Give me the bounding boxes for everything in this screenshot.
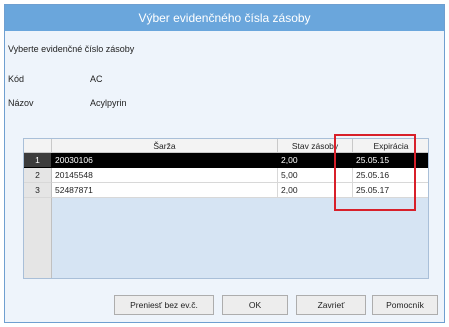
kod-value: AC [90,74,103,84]
nazov-label: Názov [8,98,34,108]
dialog-subtitle: Vyberte evidenčné číslo zásoby [8,44,135,54]
cell-sarza[interactable]: 20145548 [52,168,278,183]
prenest-bez-ev-button[interactable]: Preniesť bez ev.č. [114,295,214,315]
nazov-value: Acylpyrin [90,98,127,108]
row-number: 1 [24,153,52,168]
ok-button[interactable]: OK [222,295,288,315]
window-title: Výber evidenčného čísla zásoby [138,11,311,25]
pomocnik-button[interactable]: Pomocník [372,295,438,315]
header-sarza[interactable]: Šarža [52,139,278,153]
header-rownum [24,139,52,153]
title-bar[interactable]: Výber evidenčného čísla zásoby [5,5,444,31]
row-number: 3 [24,183,52,198]
kod-label: Kód [8,74,25,84]
expiracia-highlight-box [334,134,416,211]
row-number: 2 [24,168,52,183]
zavriet-button[interactable]: Zavrieť [296,295,366,315]
cell-sarza[interactable]: 20030106 [52,153,278,168]
cell-sarza[interactable]: 52487871 [52,183,278,198]
